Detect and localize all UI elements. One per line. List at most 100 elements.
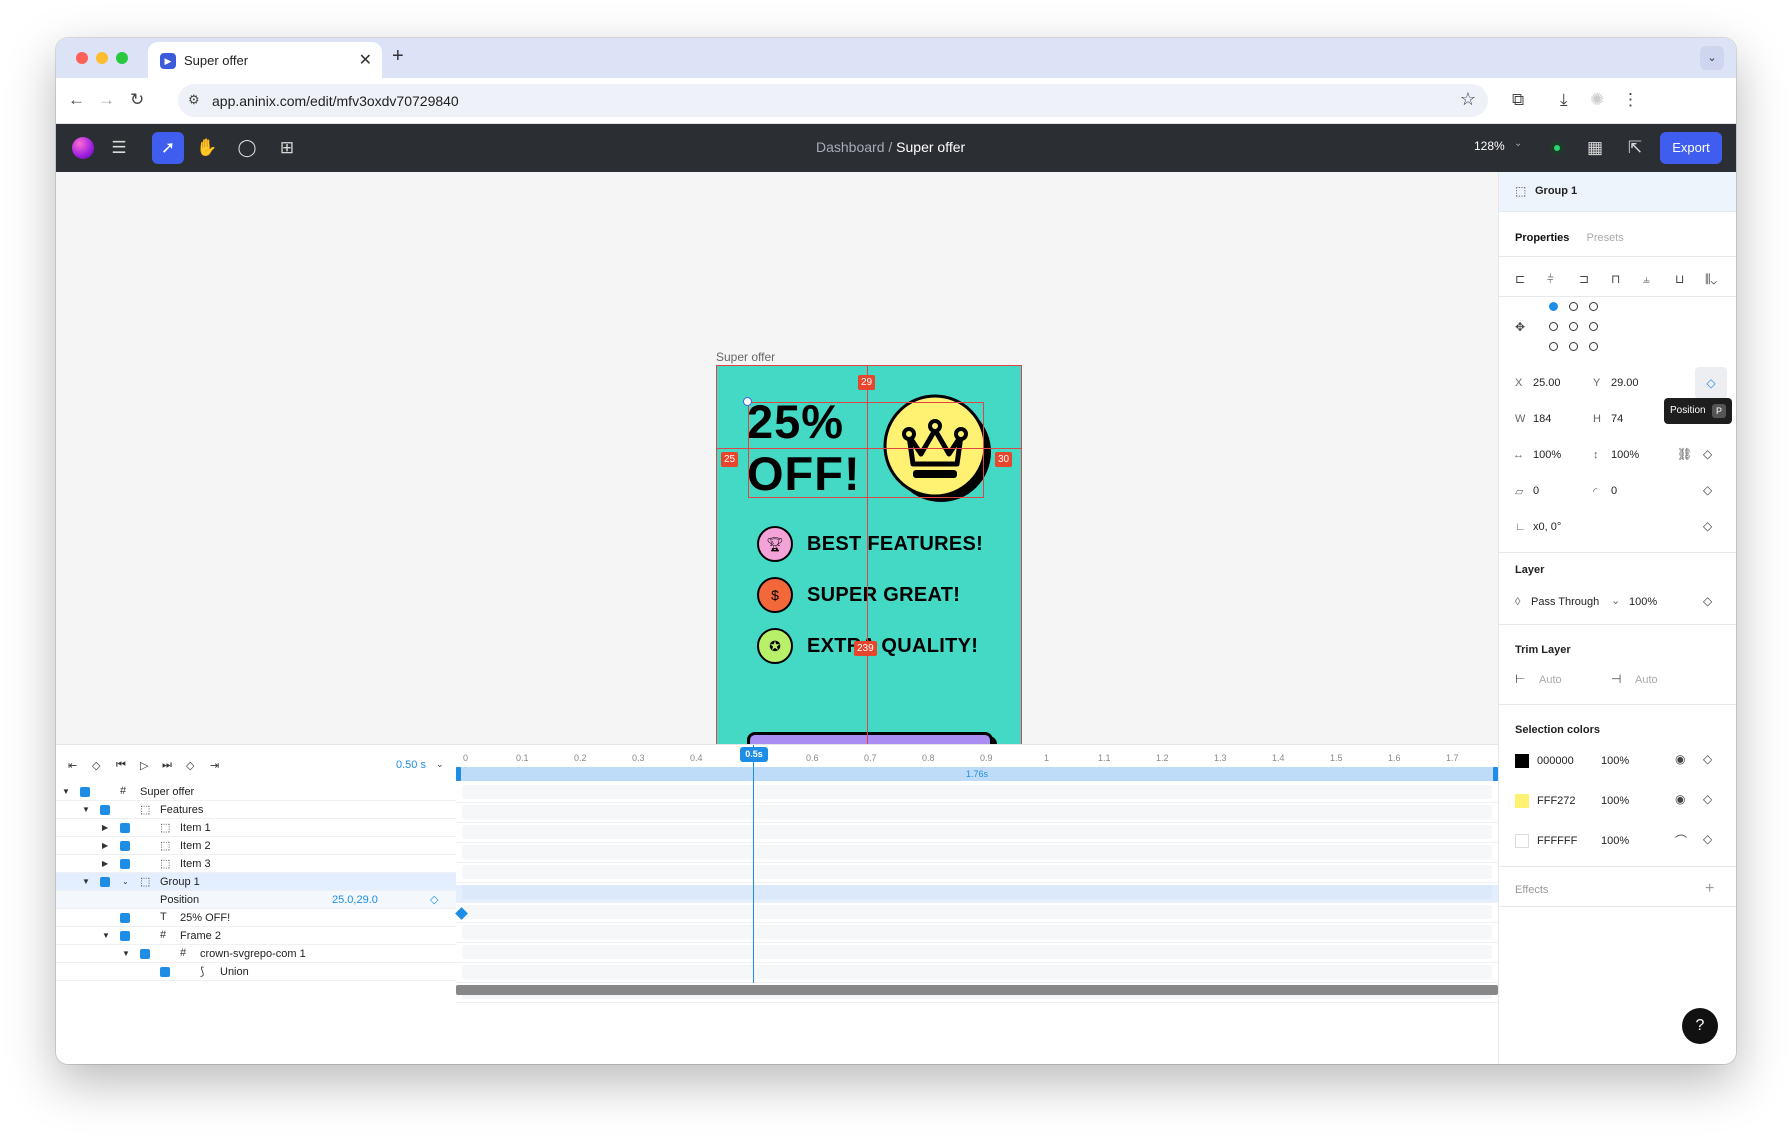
distribute-icon[interactable]: ⫼⌄ [1705, 272, 1717, 287]
align-bottom-icon[interactable]: ⊔ [1675, 272, 1684, 286]
expand-caret-icon[interactable]: ▶ [102, 841, 108, 850]
tab-search-chevron-icon[interactable]: ⌄ [1700, 46, 1724, 70]
track-position[interactable] [455, 905, 1498, 923]
skew-keyframe-icon[interactable]: ◇ [1703, 483, 1712, 497]
browser-tab[interactable]: ▶ Super offer ✕ [148, 42, 382, 78]
profile-avatar-icon[interactable]: ✺ [1590, 90, 1604, 110]
step-back-icon[interactable]: ⏮︎ [116, 759, 126, 772]
trim-start-input[interactable]: Auto [1539, 674, 1562, 686]
align-right-icon[interactable]: ⊐ [1579, 272, 1589, 286]
align-top-icon[interactable]: ⊓ [1611, 272, 1620, 286]
breadcrumb-dashboard[interactable]: Dashboard [816, 139, 885, 155]
color-hex-3[interactable]: FFFFFF [1537, 835, 1577, 847]
playhead-time-label[interactable]: 0.5s [740, 747, 768, 762]
visibility-checkbox[interactable] [160, 967, 170, 977]
track[interactable] [456, 925, 1498, 943]
layer-row[interactable]: ▶ ⬚ Item 1 [56, 819, 456, 837]
track[interactable] [456, 845, 1498, 863]
frame-label[interactable]: Super offer [716, 350, 775, 364]
trim-end-input[interactable]: Auto [1635, 674, 1658, 686]
track[interactable] [456, 805, 1498, 823]
layer-row-selected[interactable]: ▼ ⌄ ⬚ Group 1 [56, 873, 456, 891]
visibility-checkbox[interactable] [100, 805, 110, 815]
track[interactable] [456, 825, 1498, 843]
anchor-move-icon[interactable]: ✥ [1515, 320, 1525, 334]
visibility-checkbox[interactable] [80, 787, 90, 797]
url-text[interactable]: app.aninix.com/edit/mfv3oxdv70729840 [212, 93, 459, 109]
color-keyframe-icon[interactable]: ◇ [1703, 832, 1712, 846]
range-start-handle[interactable] [456, 767, 461, 781]
layer-row[interactable]: T 25% OFF! [56, 909, 456, 927]
track-selected[interactable] [456, 885, 1498, 903]
tab-close-icon[interactable]: ✕ [359, 50, 372, 70]
anchor-middle-right[interactable] [1589, 322, 1598, 331]
zoom-level[interactable]: 128% [1474, 139, 1505, 153]
layer-row[interactable]: ⟆ Union [56, 963, 456, 981]
align-center-h-icon[interactable]: ⫩ [1547, 272, 1554, 287]
x-input[interactable]: 25.00 [1533, 377, 1561, 389]
property-row-position[interactable]: Position 25.0,29.0 ◇ [56, 891, 456, 909]
timeline-scrollbar[interactable] [456, 985, 1498, 995]
color-swatch-black[interactable] [1515, 754, 1529, 768]
duration-range-bar[interactable]: 1.76s [456, 767, 1498, 781]
selection-box[interactable] [748, 402, 984, 498]
opacity-keyframe-icon[interactable]: ◇ [1703, 594, 1712, 608]
anchor-top-center[interactable] [1569, 302, 1578, 311]
eye-closed-icon[interactable]: ⌒ [1675, 832, 1687, 849]
forward-arrow-icon[interactable]: → [98, 90, 115, 110]
scale-x-input[interactable]: 100% [1533, 449, 1561, 461]
visibility-checkbox[interactable] [120, 913, 130, 923]
layer-row[interactable]: ▶ ⬚ Item 3 [56, 855, 456, 873]
visibility-checkbox[interactable] [120, 823, 130, 833]
skew-input[interactable]: 0 [1533, 485, 1539, 497]
color-keyframe-icon[interactable]: ◇ [1703, 792, 1712, 806]
blend-chevron-down-icon[interactable]: ⌄ [1611, 594, 1620, 607]
layer-row[interactable]: ▼ # Frame 2 [56, 927, 456, 945]
add-image-icon[interactable]: ⊞ [274, 136, 300, 160]
zoom-chevron-down-icon[interactable]: ⌄ [1514, 138, 1522, 149]
visibility-checkbox[interactable] [120, 859, 130, 869]
browser-menu-icon[interactable]: ⋮ [1622, 90, 1639, 110]
rotation-keyframe-icon[interactable]: ◇ [1703, 519, 1712, 533]
layer-row[interactable]: ▼ # Super offer [56, 783, 456, 801]
layer-row[interactable]: ▶ ⬚ Item 2 [56, 837, 456, 855]
add-effect-button[interactable]: + [1705, 880, 1714, 898]
collapse-caret-icon[interactable]: ▼ [82, 805, 90, 814]
color-swatch-yellow[interactable] [1515, 794, 1529, 808]
add-keyframe-icon[interactable]: ◇ [430, 893, 438, 906]
collapse-caret-icon[interactable]: ▼ [82, 877, 90, 886]
extensions-icon[interactable]: ⧉ [1512, 90, 1524, 110]
color-keyframe-icon[interactable]: ◇ [1703, 752, 1712, 766]
playback-speed-select[interactable]: 0.50 s [396, 759, 426, 771]
visibility-checkbox[interactable] [140, 949, 150, 959]
visibility-checkbox[interactable] [120, 931, 130, 941]
scale-keyframe-icon[interactable]: ◇ [1703, 447, 1712, 461]
comment-tool-icon[interactable]: ◯ [234, 136, 260, 160]
anchor-bottom-right[interactable] [1589, 342, 1598, 351]
position-value[interactable]: 25.0,29.0 [332, 894, 378, 906]
position-keyframe-icon[interactable]: ◇ [1695, 367, 1727, 399]
anchor-top-right[interactable] [1589, 302, 1598, 311]
layer-row[interactable]: ▼ ⬚ Features [56, 801, 456, 819]
properties-caret-icon[interactable]: ⌄ [122, 877, 129, 886]
select-tool-icon[interactable]: ➚ [152, 132, 184, 164]
expand-caret-icon[interactable]: ▶ [102, 823, 108, 832]
address-bar[interactable]: ⚙ app.aninix.com/edit/mfv3oxdv70729840 ☆ [178, 84, 1488, 117]
link-scale-icon[interactable]: ⛓ [1677, 447, 1692, 461]
anchor-bottom-center[interactable] [1569, 342, 1578, 351]
canvas[interactable]: Super offer 25% OFF! 🏆︎ BEST FEATURES! $ [56, 172, 1498, 803]
anchor-bottom-left[interactable] [1549, 342, 1558, 351]
go-to-end-icon[interactable]: ⇥ [210, 759, 219, 772]
back-arrow-icon[interactable]: ← [68, 90, 85, 110]
color-swatch-white[interactable] [1515, 834, 1529, 848]
color-hex-2[interactable]: FFF272 [1537, 795, 1576, 807]
eye-icon[interactable]: ◉ [1675, 752, 1685, 766]
feature-item-2[interactable]: $ SUPER GREAT! [757, 577, 960, 621]
range-end-handle[interactable] [1493, 767, 1498, 781]
bookmark-star-icon[interactable]: ☆ [1460, 89, 1476, 110]
hand-tool-icon[interactable]: ✋ [194, 136, 220, 160]
layer-opacity-input[interactable]: 100% [1629, 596, 1657, 608]
help-button[interactable]: ? [1682, 1008, 1718, 1044]
selection-handle[interactable] [743, 397, 752, 406]
expand-caret-icon[interactable]: ▶ [102, 859, 108, 868]
